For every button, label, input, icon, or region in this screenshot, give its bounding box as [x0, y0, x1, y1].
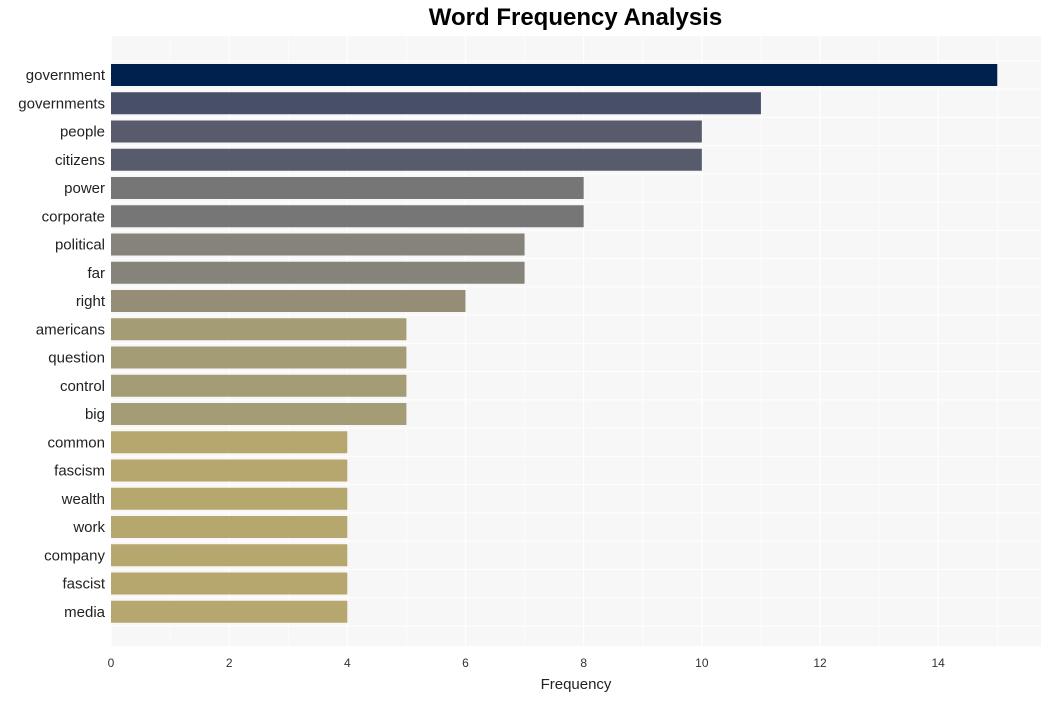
x-tick-label: 6 [462, 656, 469, 670]
x-tick-labels: 0 2 4 6 8 10 12 14 [108, 656, 946, 670]
bar-common [111, 431, 348, 454]
category-label-media: media [64, 604, 106, 621]
bar-citizens [111, 148, 702, 171]
bar-people [111, 120, 702, 143]
bar-company [111, 544, 348, 567]
bar-political [111, 233, 525, 256]
category-label-right: right [76, 293, 106, 310]
bar-government [111, 64, 998, 86]
category-labels: government governments people citizens power… [18, 67, 106, 621]
category-label-common: common [47, 434, 105, 451]
category-label-company: company [44, 547, 105, 564]
category-label-people: people [60, 124, 105, 141]
x-tick-label: 2 [226, 656, 233, 670]
x-tick-label: 14 [932, 656, 946, 670]
category-label-fascism: fascism [54, 463, 105, 480]
category-label-fascist: fascist [62, 576, 105, 593]
bar-chart: government governments people citizens power… [18, 36, 1041, 693]
x-tick-label: 8 [580, 656, 587, 670]
bar-right [111, 290, 466, 312]
bar-work [111, 516, 348, 538]
bar-americans [111, 318, 407, 341]
category-label-far: far [87, 265, 105, 282]
x-tick-label: 4 [344, 656, 351, 670]
category-label-government: government [26, 67, 106, 84]
bar-power [111, 177, 584, 199]
bar-control [111, 374, 407, 397]
bar-corporate [111, 205, 584, 228]
bar-governments [111, 92, 761, 115]
category-label-political: political [55, 237, 105, 254]
x-tick-label: 10 [695, 656, 709, 670]
x-axis-title: Frequency [541, 676, 612, 693]
category-label-corporate: corporate [42, 208, 105, 225]
bar-fascism [111, 459, 348, 482]
category-label-wealth: wealth [61, 491, 105, 508]
bar-media [111, 600, 348, 623]
x-tick-label: 12 [813, 656, 827, 670]
category-label-big: big [85, 406, 105, 423]
category-label-question: question [48, 350, 105, 367]
x-tick-label: 0 [108, 656, 115, 670]
bar-big [111, 403, 407, 425]
category-label-control: control [60, 378, 105, 395]
category-label-citizens: citizens [55, 152, 105, 169]
category-label-governments: governments [18, 95, 105, 112]
bar-wealth [111, 487, 348, 510]
bar-question [111, 346, 407, 369]
bar-fascist [111, 572, 348, 595]
category-label-americans: americans [36, 321, 105, 338]
bar-far [111, 261, 525, 284]
category-label-work: work [72, 519, 105, 536]
category-label-power: power [64, 180, 105, 197]
